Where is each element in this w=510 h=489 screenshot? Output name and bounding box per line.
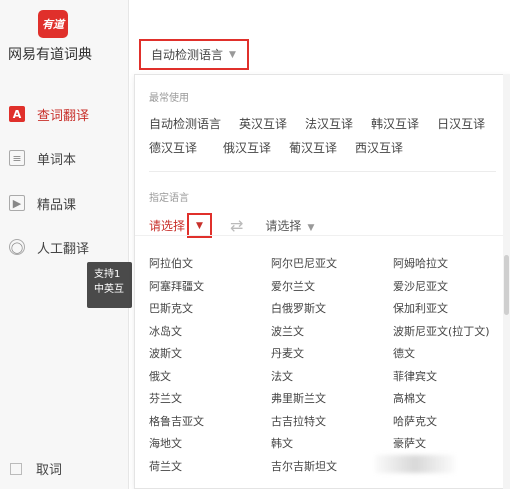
sidebar-item-human-translation[interactable]: ◯ 人工翻译	[0, 229, 128, 265]
language-option[interactable]: 波兰文	[271, 323, 304, 339]
language-option[interactable]: 弗里斯兰文	[271, 390, 326, 406]
divider	[135, 235, 510, 236]
sidebar-item-label: 查词翻译	[37, 108, 90, 124]
translate-icon: A	[9, 106, 25, 122]
common-section-title: 最常使用	[149, 93, 189, 104]
sidebar-item-label: 单词本	[37, 152, 77, 168]
language-option[interactable]: 韩文	[271, 435, 293, 451]
language-option[interactable]: 俄文	[149, 368, 171, 384]
wordbook-icon: ≡	[9, 150, 25, 166]
common-option[interactable]: 葡汉互译	[289, 139, 337, 156]
play-icon: ▶	[9, 195, 25, 211]
scrollbar-thumb[interactable]	[504, 255, 509, 315]
common-option[interactable]: 自动检测语言	[149, 115, 221, 132]
to-language-select[interactable]: 请选择 ▼	[265, 217, 314, 234]
language-option[interactable]: 哈萨克文	[393, 413, 437, 429]
chevron-down-icon: ▼	[307, 223, 315, 233]
language-option[interactable]: 法文	[271, 368, 293, 384]
language-option[interactable]: 爱沙尼亚文	[393, 278, 448, 294]
tooltip: 支持1 中英互	[87, 262, 132, 308]
language-option[interactable]: 丹麦文	[271, 345, 304, 361]
language-option[interactable]: 保加利亚文	[393, 300, 448, 316]
headset-icon: ◯	[9, 239, 25, 255]
specify-section-title: 指定语言	[149, 193, 189, 204]
source-language-select[interactable]: 自动检测语言 ▼	[139, 39, 249, 70]
language-option[interactable]: 荷兰文	[149, 458, 182, 474]
common-row-2: 德汉互译 俄汉互译 葡汉互译 西汉互译	[149, 139, 421, 156]
common-option[interactable]: 德汉互译	[149, 139, 197, 156]
language-option[interactable]: 高棉文	[393, 390, 426, 406]
common-option[interactable]: 韩汉互译	[371, 115, 419, 132]
from-language-select[interactable]: 请选择	[149, 217, 185, 234]
sidebar-item-courses[interactable]: ▶ 精品课	[0, 185, 128, 221]
language-option[interactable]: 阿姆哈拉文	[393, 255, 448, 271]
language-option[interactable]: 古吉拉特文	[271, 413, 326, 429]
word-capture-label: 取词	[36, 463, 63, 478]
language-option[interactable]: 菲律宾文	[393, 368, 437, 384]
sidebar-item-wordbook[interactable]: ≡ 单词本	[0, 140, 128, 176]
to-language-value: 请选择	[265, 219, 302, 233]
language-option[interactable]: 海地文	[149, 435, 182, 451]
checkbox[interactable]	[10, 462, 22, 475]
sidebar-item-label: 人工翻译	[37, 241, 90, 257]
common-option[interactable]: 西汉互译	[355, 139, 403, 156]
language-option[interactable]: 吉尔吉斯坦文	[271, 458, 337, 474]
sidebar: 有道 网易有道词典 A 查词翻译 ≡ 单词本 ▶ 精品课 ◯ 人工翻译 取词	[0, 0, 129, 489]
blurred-region	[375, 455, 455, 473]
swap-icon[interactable]: ⇄	[230, 216, 243, 235]
sidebar-item-label: 精品课	[37, 197, 77, 213]
common-option[interactable]: 俄汉互译	[223, 139, 271, 156]
language-option[interactable]: 巴斯克文	[149, 300, 193, 316]
language-option[interactable]: 爱尔兰文	[271, 278, 315, 294]
language-option[interactable]: 豪萨文	[393, 435, 426, 451]
app-name: 网易有道词典	[8, 47, 92, 63]
language-option[interactable]: 阿塞拜疆文	[149, 278, 204, 294]
language-option[interactable]: 芬兰文	[149, 390, 182, 406]
language-option[interactable]: 德文	[393, 345, 415, 361]
common-row-1: 自动检测语言 英汉互译 法汉互译 韩汉互译 日汉互译	[149, 115, 503, 132]
language-option[interactable]: 波斯文	[149, 345, 182, 361]
common-option[interactable]: 日汉互译	[437, 115, 485, 132]
common-option[interactable]: 法汉互译	[305, 115, 353, 132]
word-capture-toggle[interactable]: 取词	[10, 459, 62, 478]
language-dropdown-panel: 最常使用 自动检测语言 英汉互译 法汉互译 韩汉互译 日汉互译 德汉互译 俄汉互…	[134, 74, 510, 489]
divider	[149, 171, 496, 172]
source-language-value: 自动检测语言	[151, 48, 224, 62]
language-option[interactable]: 波斯尼亚文(拉丁文)	[393, 323, 490, 339]
language-option[interactable]: 阿尔巴尼亚文	[271, 255, 337, 271]
language-option[interactable]: 冰岛文	[149, 323, 182, 339]
common-option[interactable]: 英汉互译	[239, 115, 287, 132]
chevron-down-icon: ▼	[229, 49, 236, 60]
language-option[interactable]: 阿拉伯文	[149, 255, 193, 271]
language-option[interactable]: 白俄罗斯文	[271, 300, 326, 316]
sidebar-item-translate[interactable]: A 查词翻译	[0, 96, 128, 132]
app-logo: 有道	[38, 10, 68, 38]
language-option[interactable]: 格鲁吉亚文	[149, 413, 204, 429]
